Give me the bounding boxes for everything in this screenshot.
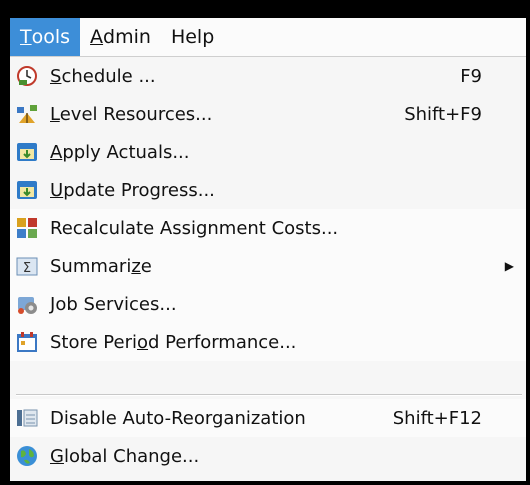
menu-item-store-period-performance[interactable]: Store Period Performance... xyxy=(10,323,526,361)
menu-item-schedule[interactable]: Schedule ... F9 xyxy=(10,57,526,95)
menu-help[interactable]: Help xyxy=(161,18,224,56)
menu-separator xyxy=(16,394,522,396)
summarize-icon: Σ xyxy=(16,257,38,276)
menu-item-recalculate-costs[interactable]: Recalculate Assignment Costs... xyxy=(10,209,526,247)
menu-tools[interactable]: Tools xyxy=(10,18,81,56)
recalculate-icon xyxy=(17,218,37,238)
menu-item-apply-actuals[interactable]: Apply Actuals... xyxy=(10,133,526,171)
clock-icon xyxy=(17,66,37,86)
menu-admin[interactable]: Admin xyxy=(80,18,161,56)
update-progress-icon xyxy=(17,181,37,199)
menu-item-level-resources[interactable]: Level Resources... Shift+F9 xyxy=(10,95,526,133)
level-resources-icon xyxy=(17,105,37,123)
menu-item-global-change[interactable]: Global Change... xyxy=(10,437,526,475)
menu-item-update-progress[interactable]: Update Progress... xyxy=(10,171,526,209)
tools-dropdown-menu: Schedule ... F9 Level Resources... Shift… xyxy=(10,57,526,481)
menu-item-disable-auto-reorganization[interactable]: Disable Auto-Reorganization Shift+F12 xyxy=(10,399,526,437)
menu-bar: Tools Admin Help xyxy=(10,18,526,57)
menu-item-summarize[interactable]: Σ Summarize ▶ xyxy=(10,247,526,285)
shortcut-schedule: F9 xyxy=(460,65,482,87)
submenu-arrow-icon: ▶ xyxy=(504,259,514,273)
reorganization-icon xyxy=(17,409,38,427)
menu-item-job-services[interactable]: Job Services... xyxy=(10,285,526,323)
job-services-icon xyxy=(18,297,37,314)
shortcut-level-resources: Shift+F9 xyxy=(404,103,482,125)
apply-actuals-icon xyxy=(17,143,37,161)
globe-icon xyxy=(17,446,37,466)
store-period-icon xyxy=(17,332,37,352)
svg-text:Σ: Σ xyxy=(23,261,31,276)
shortcut-disable-auto-reorganization: Shift+F12 xyxy=(392,407,482,429)
